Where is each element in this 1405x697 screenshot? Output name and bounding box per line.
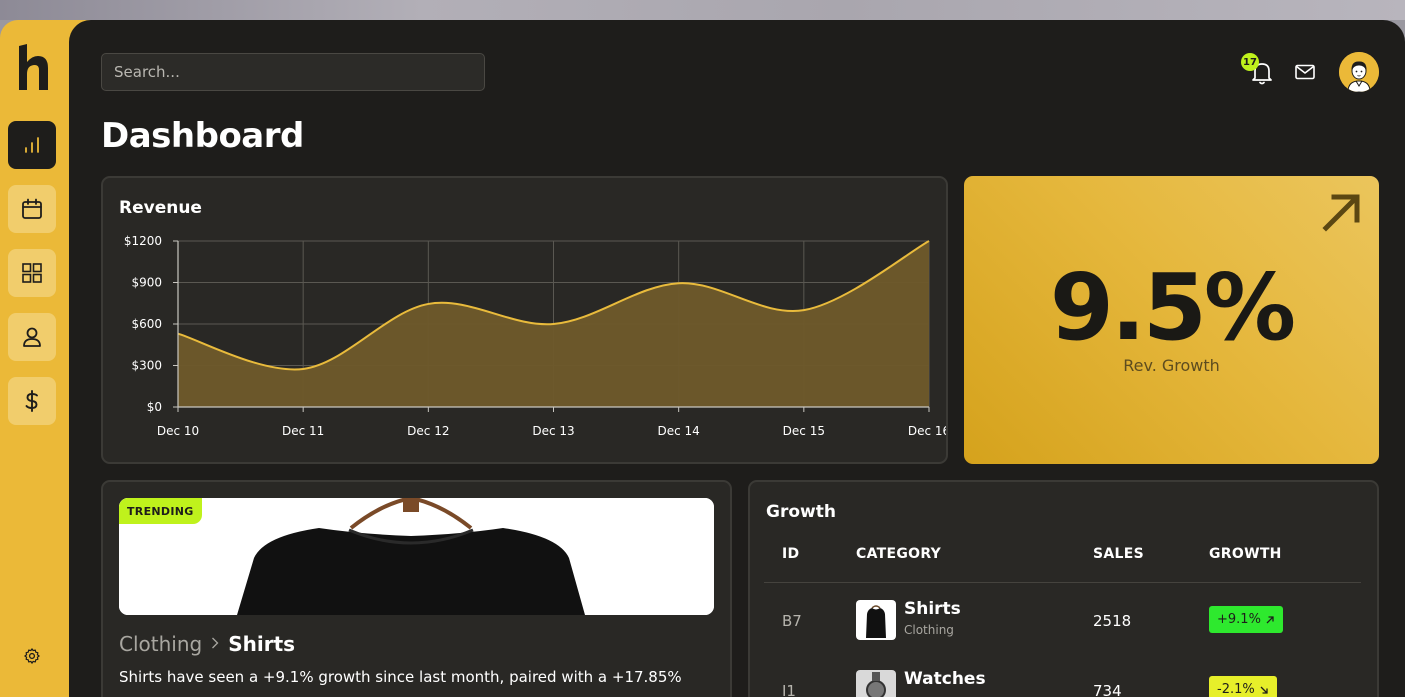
settings-button[interactable]: [20, 644, 44, 668]
row-growth-badge: +9.1%: [1209, 606, 1283, 633]
gear-icon: [24, 648, 40, 664]
nav-users-button[interactable]: [8, 313, 56, 361]
row-id: B7: [782, 612, 802, 630]
nav-dashboard-button[interactable]: [8, 121, 56, 169]
chart-y-tick-label: $900: [131, 276, 162, 290]
table-row[interactable]: I1 Watches 734 -2.1%: [750, 656, 1381, 697]
row-category-name: Watches: [904, 669, 986, 689]
row-growth-badge: -2.1%: [1209, 676, 1277, 697]
chart-x-tick-label: Dec 11: [282, 424, 324, 438]
arrow-down-right-icon: [1260, 686, 1268, 694]
product-description: Shirts have seen a +9.1% growth since la…: [119, 668, 682, 686]
row-growth-value: -2.1%: [1217, 682, 1255, 697]
logo-icon[interactable]: [16, 44, 50, 90]
row-category-sub: Clothing: [904, 623, 954, 637]
messages-button[interactable]: [1294, 61, 1316, 83]
revenue-card: Revenue $0 $300 $600 $900 $1200 Dec 10 Dec 11 D…: [101, 176, 948, 464]
table-row[interactable]: B7 Shirts Clothing 2518 +9.1%: [750, 586, 1381, 656]
chart-y-tick-label: $600: [131, 317, 162, 331]
column-header-id[interactable]: ID: [782, 546, 799, 562]
shirt-thumbnail-icon: [856, 600, 896, 640]
chart-x-tick-label: Dec 14: [658, 424, 700, 438]
chevron-right-icon: [210, 634, 220, 655]
mail-icon: [1295, 64, 1315, 80]
main-panel: 17 Dashboard Revenue $0$300$600$900$1200…: [69, 20, 1405, 697]
nav-finance-button[interactable]: [8, 377, 56, 425]
breadcrumb: Clothing Shirts: [119, 632, 295, 656]
table-header-divider: [764, 582, 1361, 583]
trending-badge: TRENDING: [119, 498, 202, 524]
page-title: Dashboard: [101, 116, 304, 156]
arrow-up-right-icon: [1322, 194, 1360, 232]
calendar-icon: [22, 198, 42, 219]
user-icon: [23, 327, 41, 347]
breadcrumb-current: Shirts: [228, 632, 296, 656]
row-growth-value: +9.1%: [1217, 612, 1261, 627]
chart-x-tick-label: Dec 10: [157, 424, 199, 438]
growth-table-card: Growth ID CATEGORY SALES GROWTH B7 Shirt…: [748, 480, 1379, 697]
rev-growth-card[interactable]: 9.5% Rev. Growth: [964, 176, 1379, 464]
nav-calendar-button[interactable]: [8, 185, 56, 233]
rev-growth-value: 9.5%: [1049, 254, 1296, 361]
avatar-illustration-icon: [1339, 52, 1379, 92]
chart-y-tick-label: $300: [131, 359, 162, 373]
chart-x-tick-label: Dec 16: [908, 424, 946, 438]
dollar-icon: [25, 390, 38, 412]
shirt-image-icon: [119, 498, 714, 615]
chart-y-tick-label: $1200: [124, 234, 162, 248]
column-header-growth[interactable]: GROWTH: [1209, 546, 1282, 562]
notification-count-badge: 17: [1241, 53, 1259, 71]
nav-apps-button[interactable]: [8, 249, 56, 297]
row-id: I1: [782, 682, 796, 697]
avatar[interactable]: [1339, 52, 1379, 92]
watch-thumbnail-icon: [856, 670, 896, 697]
background-window-strip: [0, 0, 1405, 20]
trending-card: TRENDING Clothing Shirts Shirts have see…: [101, 480, 732, 697]
chart-icon: [25, 137, 39, 153]
growth-table-title: Growth: [766, 502, 836, 522]
arrow-up-right-icon: [1266, 615, 1274, 623]
column-header-sales[interactable]: SALES: [1093, 546, 1144, 562]
grid-icon: [22, 263, 42, 283]
chart-y-tick-label: $0: [147, 400, 162, 414]
row-category-name: Shirts: [904, 599, 961, 619]
product-image[interactable]: TRENDING: [119, 498, 714, 615]
chart-x-tick-label: Dec 12: [407, 424, 449, 438]
breadcrumb-parent[interactable]: Clothing: [119, 632, 202, 656]
chart-x-tick-label: Dec 15: [783, 424, 825, 438]
revenue-chart: $0 $300 $600 $900 $1200 Dec 10 Dec 11 Dec 12 Dec…: [124, 234, 946, 438]
row-sales: 2518: [1093, 612, 1132, 630]
search-input[interactable]: [101, 53, 485, 91]
chart-x-tick-label: Dec 13: [532, 424, 574, 438]
rev-growth-label: Rev. Growth: [1123, 356, 1220, 375]
column-header-category[interactable]: CATEGORY: [856, 546, 941, 562]
row-sales: 734: [1093, 682, 1122, 697]
